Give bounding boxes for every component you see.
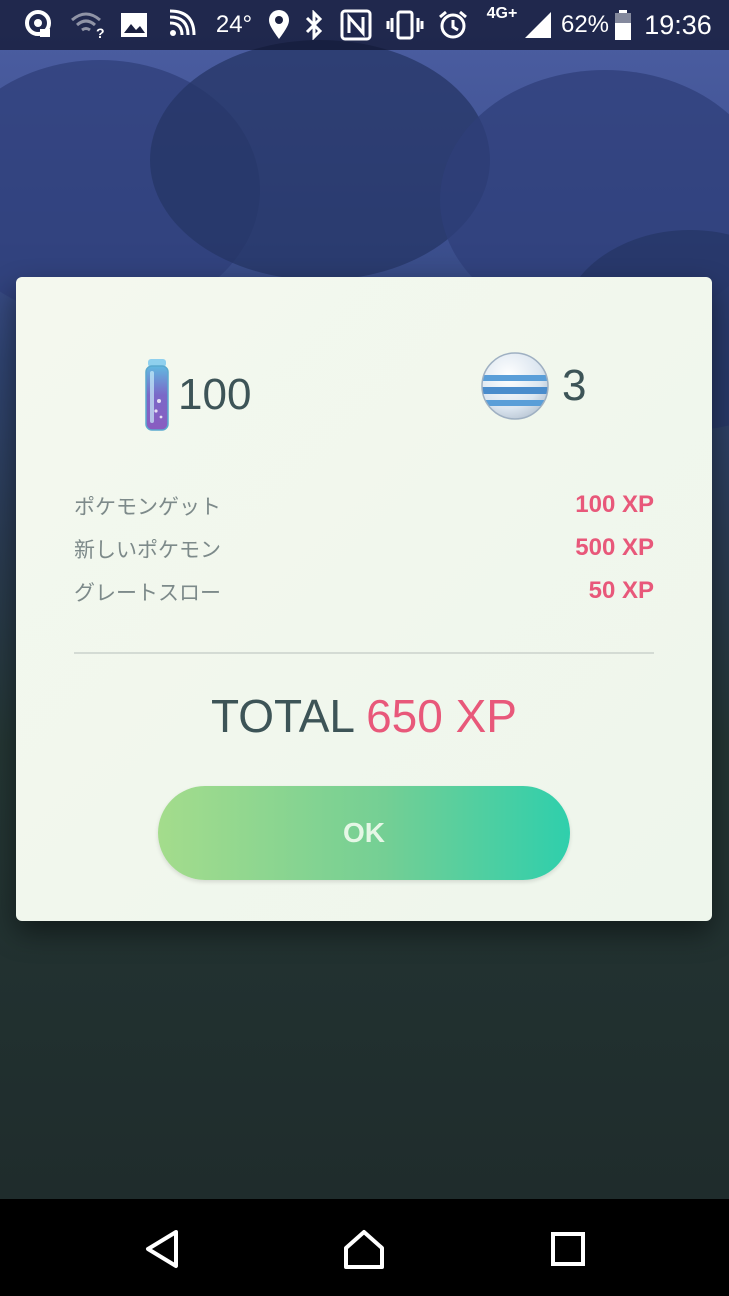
wifi-icon: ? bbox=[68, 9, 108, 41]
svg-text:?: ? bbox=[96, 25, 105, 40]
bluetooth-icon bbox=[302, 9, 326, 41]
xp-row-label: ポケモンゲット bbox=[74, 495, 221, 519]
status-bar: ? 24° 4G+ 62% 19:36 bbox=[0, 0, 729, 50]
battery-percent-text: 62% bbox=[560, 11, 610, 38]
battery-icon bbox=[612, 9, 634, 41]
candy-reward: 3 bbox=[480, 351, 586, 421]
xp-row: ポケモンゲット 100 XP bbox=[74, 491, 654, 525]
xp-row-label: グレートスロー bbox=[74, 581, 221, 605]
nfc-signal-icon bbox=[163, 9, 199, 41]
xp-row: 新しいポケモン 500 XP bbox=[74, 534, 654, 568]
xp-row-value: 500 XP bbox=[575, 534, 654, 561]
network-type-text: 4G+ bbox=[486, 5, 518, 22]
xp-row-value: 100 XP bbox=[575, 491, 654, 518]
stardust-vial-icon bbox=[144, 357, 170, 433]
location-icon bbox=[266, 9, 292, 41]
stardust-reward: 100 bbox=[144, 357, 251, 433]
vibrate-icon bbox=[385, 9, 425, 41]
catch-reward-dialog: 100 3 ポケモンゲット 100 XP 新しいポケモン 500 XP グレート… bbox=[16, 277, 712, 921]
ok-button[interactable]: OK bbox=[158, 786, 570, 880]
recents-icon[interactable] bbox=[546, 1227, 590, 1271]
image-icon bbox=[118, 9, 150, 41]
xp-row: グレートスロー 50 XP bbox=[74, 577, 654, 611]
navigation-bar bbox=[0, 1199, 729, 1296]
xp-row-label: 新しいポケモン bbox=[74, 538, 221, 562]
total-value: 650 XP bbox=[366, 690, 517, 742]
app-notification-icon bbox=[20, 9, 56, 41]
cell-signal-icon bbox=[522, 9, 554, 41]
nfc-icon bbox=[338, 9, 374, 41]
home-icon[interactable] bbox=[342, 1227, 386, 1271]
divider bbox=[74, 652, 654, 654]
background-tree bbox=[150, 40, 490, 280]
total-xp: TOTAL 650 XP bbox=[16, 689, 712, 743]
stardust-amount: 100 bbox=[178, 370, 252, 419]
xp-row-value: 50 XP bbox=[588, 577, 654, 604]
total-label: TOTAL bbox=[211, 690, 354, 742]
temperature-text: 24° bbox=[215, 11, 253, 38]
candy-amount: 3 bbox=[562, 361, 587, 410]
alarm-icon bbox=[436, 9, 470, 41]
clock-text: 19:36 bbox=[644, 9, 712, 40]
back-icon[interactable] bbox=[142, 1227, 186, 1271]
candy-icon bbox=[480, 351, 550, 421]
